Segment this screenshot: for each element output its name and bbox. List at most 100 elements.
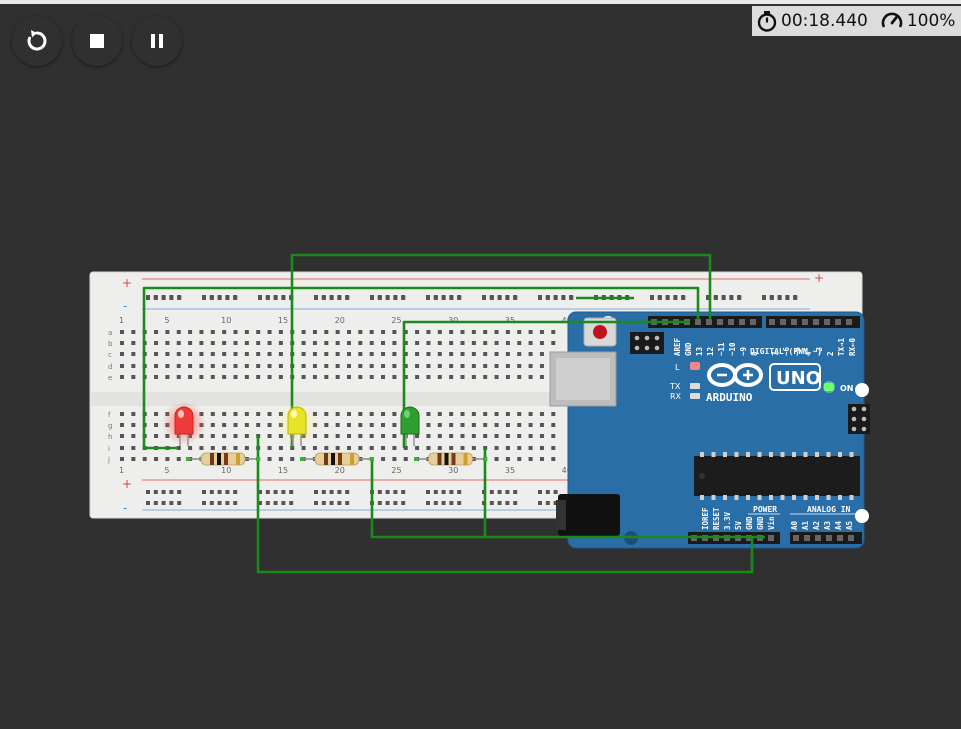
breadboard-hole[interactable] [154,341,159,345]
rail-hole[interactable] [146,490,150,494]
arduino-uno-board[interactable]: AREF GND 13 12 ~11 ~10 ~9 8 7 ~6 ~5 4 ~3 2 TX→1 RX←0 IO… [549,311,870,549]
breadboard-hole[interactable] [120,352,124,356]
breadboard-hole[interactable] [335,434,340,438]
breadboard-hole[interactable] [154,423,159,427]
breadboard-hole[interactable] [188,364,193,368]
rail-hole[interactable] [569,296,574,300]
breadboard-hole[interactable] [301,341,306,345]
breadboard-hole[interactable] [460,341,465,345]
breadboard-hole[interactable] [392,364,397,368]
breadboard-hole[interactable] [369,375,374,379]
rail-hole[interactable] [153,296,158,300]
breadboard-hole[interactable] [539,457,544,461]
rail-hole[interactable] [345,501,350,505]
breadboard-hole[interactable] [528,434,533,438]
breadboard-hole[interactable] [256,341,261,345]
breadboard-hole[interactable] [347,423,351,427]
breadboard-hole[interactable] [494,352,499,356]
breadboard-hole[interactable] [426,375,431,379]
breadboard-hole[interactable] [426,364,431,368]
breadboard-hole[interactable] [244,412,249,416]
rail-hole[interactable] [337,501,342,505]
breadboard-hole[interactable] [244,341,249,345]
breadboard-hole[interactable] [358,375,363,379]
rail-hole[interactable] [785,296,790,300]
breadboard-hole[interactable] [369,330,374,334]
rail-hole[interactable] [513,501,518,505]
rail-hole[interactable] [505,490,510,494]
rail-hole[interactable] [177,296,182,300]
breadboard-hole[interactable] [131,341,136,345]
breadboard-hole[interactable] [347,446,351,450]
rail-hole[interactable] [273,296,278,300]
breadboard-hole[interactable] [335,375,340,379]
header-pin[interactable] [815,535,821,541]
breadboard-hole[interactable] [483,330,488,334]
header-pin[interactable] [824,319,830,325]
rail-hole[interactable] [497,501,502,505]
rail-hole[interactable] [321,490,326,494]
breadboard-hole[interactable] [483,434,488,438]
rail-hole[interactable] [426,501,430,505]
breadboard-hole[interactable] [210,446,215,450]
rail-hole[interactable] [337,490,342,494]
breadboard-hole[interactable] [120,341,124,345]
breadboard-hole[interactable] [517,446,522,450]
breadboard-hole[interactable] [505,375,510,379]
breadboard-hole[interactable] [154,375,159,379]
rail-hole[interactable] [441,501,446,505]
breadboard-hole[interactable] [233,330,238,334]
breadboard-hole[interactable] [176,352,181,356]
breadboard-hole[interactable] [188,330,193,334]
breadboard-hole[interactable] [278,341,283,345]
rail-hole[interactable] [265,490,270,494]
breadboard-hole[interactable] [335,330,340,334]
breadboard-hole[interactable] [551,423,556,427]
breadboard-hole[interactable] [403,457,408,461]
breadboard-hole[interactable] [483,364,488,368]
breadboard-hole[interactable] [176,341,181,345]
breadboard-hole[interactable] [324,423,329,427]
breadboard-hole[interactable] [312,352,317,356]
header-pin[interactable] [728,319,734,325]
breadboard-hole[interactable] [358,364,363,368]
breadboard-hole[interactable] [415,330,420,334]
breadboard-hole[interactable] [415,375,420,379]
breadboard-hole[interactable] [256,375,261,379]
rail-hole[interactable] [225,490,230,494]
rail-hole[interactable] [329,490,334,494]
header-pin[interactable] [848,535,854,541]
breadboard-hole[interactable] [517,412,522,416]
breadboard-hole[interactable] [256,412,261,416]
rail-hole[interactable] [449,490,454,494]
breadboard-hole[interactable] [426,423,431,427]
breadboard-hole[interactable] [449,434,454,438]
breadboard-hole[interactable] [335,352,340,356]
rail-hole[interactable] [161,296,166,300]
breadboard-hole[interactable] [233,412,238,416]
breadboard-hole[interactable] [120,446,124,450]
breadboard-hole[interactable] [278,446,283,450]
breadboard-hole[interactable] [301,446,306,450]
breadboard-hole[interactable] [267,341,272,345]
rail-hole[interactable] [321,501,326,505]
breadboard-hole[interactable] [517,364,522,368]
breadboard-hole[interactable] [505,341,510,345]
rail-hole[interactable] [233,296,238,300]
breadboard-hole[interactable] [381,341,386,345]
breadboard-hole[interactable] [505,434,510,438]
rail-hole[interactable] [225,296,230,300]
breadboard-hole[interactable] [460,330,465,334]
breadboard-hole[interactable] [471,352,476,356]
breadboard-hole[interactable] [392,341,397,345]
breadboard-hole[interactable] [301,364,306,368]
breadboard-hole[interactable] [301,330,306,334]
breadboard-hole[interactable] [449,341,454,345]
breadboard-hole[interactable] [267,375,272,379]
header-pin[interactable] [793,535,799,541]
breadboard-hole[interactable] [222,330,227,334]
rail-hole[interactable] [289,501,294,505]
rail-hole[interactable] [321,296,326,300]
breadboard-hole[interactable] [267,364,272,368]
breadboard-hole[interactable] [369,412,374,416]
